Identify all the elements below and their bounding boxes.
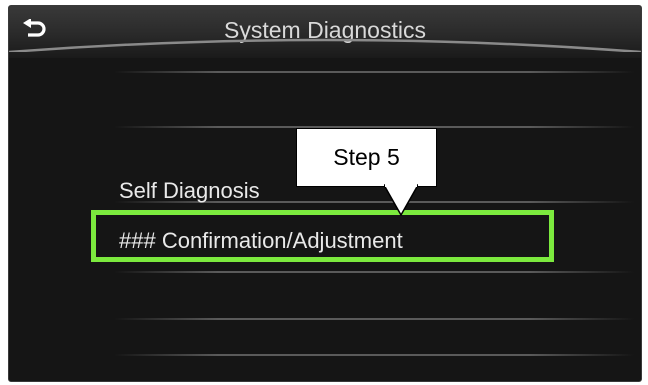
menu-item-self-diagnosis[interactable]: Self Diagnosis xyxy=(119,178,260,204)
row-divider xyxy=(114,271,634,273)
callout-label: Step 5 xyxy=(333,144,400,170)
row-divider xyxy=(114,71,634,73)
callout-pointer xyxy=(384,184,418,216)
row-divider xyxy=(114,354,634,356)
header-curve xyxy=(9,38,641,52)
display-screen: System Diagnostics Self Diagnosis ### Co… xyxy=(8,5,642,382)
highlight-box xyxy=(91,210,554,262)
menu-item-label: Self Diagnosis xyxy=(119,178,260,203)
header-bar: System Diagnostics xyxy=(9,6,641,58)
step-callout: Step 5 xyxy=(296,128,437,187)
row-divider xyxy=(114,318,634,320)
